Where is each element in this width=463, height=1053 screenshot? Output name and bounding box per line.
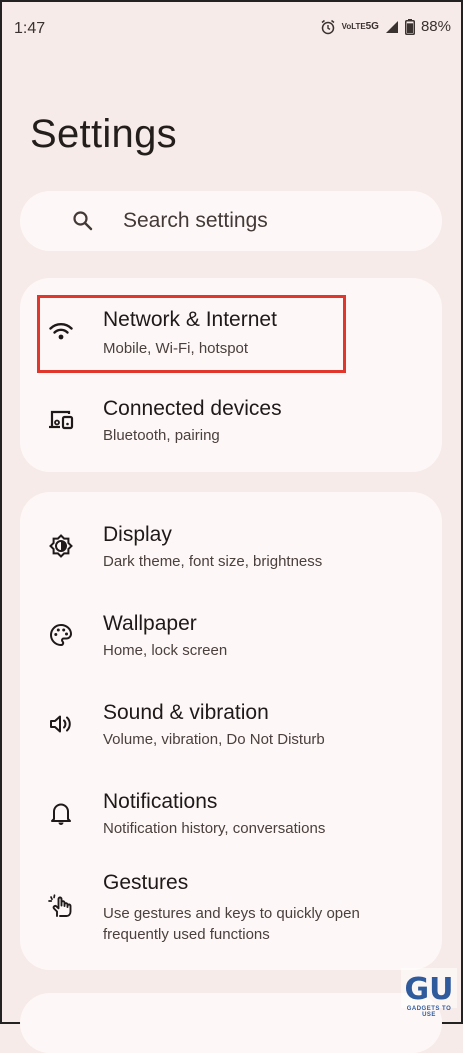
- gesture-icon: [48, 894, 74, 920]
- settings-item-display[interactable]: Display Dark theme, font size, brightnes…: [20, 492, 442, 582]
- search-placeholder: Search settings: [123, 209, 268, 232]
- settings-item-gestures[interactable]: Gestures Use gestures and keys to quickl…: [20, 849, 442, 970]
- watermark-text: GADGETS TO USE: [406, 1006, 452, 1018]
- settings-item-title: Sound & vibration: [103, 701, 269, 724]
- alarm-icon: [320, 19, 336, 35]
- settings-item-sound[interactable]: Sound & vibration Volume, vibration, Do …: [20, 671, 442, 760]
- devices-icon: [48, 407, 74, 433]
- palette-icon: [48, 622, 74, 648]
- signal-icon: [385, 20, 399, 34]
- search-icon: [72, 210, 94, 237]
- settings-item-title: Display: [103, 523, 172, 546]
- settings-item-notifications[interactable]: Notifications Notification history, conv…: [20, 760, 442, 849]
- battery-icon: [404, 18, 415, 35]
- settings-item-title: Wallpaper: [103, 612, 197, 635]
- settings-item-subtitle: Bluetooth, pairing: [103, 427, 220, 444]
- status-bar: 1:47 VoLTE 5G 88%: [0, 0, 463, 60]
- highlight-box: [37, 295, 346, 373]
- settings-item-connected-devices[interactable]: Connected devices Bluetooth, pairing: [20, 378, 442, 472]
- settings-item-subtitle: Notification history, conversations: [103, 820, 326, 837]
- settings-item-subtitle: Dark theme, font size, brightness: [103, 553, 323, 570]
- watermark-logo: GU GADGETS TO USE: [401, 968, 457, 1018]
- volte-icon: VoLTE: [341, 21, 366, 31]
- settings-item-subtitle: Use gestures and keys to quickly open fr…: [103, 905, 360, 943]
- brightness-icon: [48, 533, 74, 559]
- network-type-label: 5G: [365, 21, 379, 32]
- settings-item-title: Notifications: [103, 790, 218, 813]
- bell-icon: [48, 800, 74, 826]
- status-icons: VoLTE 5G 88%: [320, 18, 451, 35]
- status-time: 1:47: [14, 20, 46, 37]
- settings-item-title: Gestures: [103, 871, 189, 894]
- settings-item-title: Connected devices: [103, 397, 282, 420]
- svg-text:GU: GU: [405, 972, 454, 1007]
- search-bar[interactable]: Search settings: [20, 191, 442, 251]
- page-title: Settings: [30, 112, 177, 156]
- battery-percentage: 88%: [420, 18, 451, 35]
- settings-item-wallpaper[interactable]: Wallpaper Home, lock screen: [20, 582, 442, 671]
- settings-item-subtitle: Volume, vibration, Do Not Disturb: [103, 731, 325, 748]
- volume-icon: [48, 711, 74, 737]
- settings-item-subtitle: Home, lock screen: [103, 642, 228, 659]
- settings-group-next: [20, 993, 442, 1053]
- settings-group-personalization: Display Dark theme, font size, brightnes…: [20, 492, 442, 970]
